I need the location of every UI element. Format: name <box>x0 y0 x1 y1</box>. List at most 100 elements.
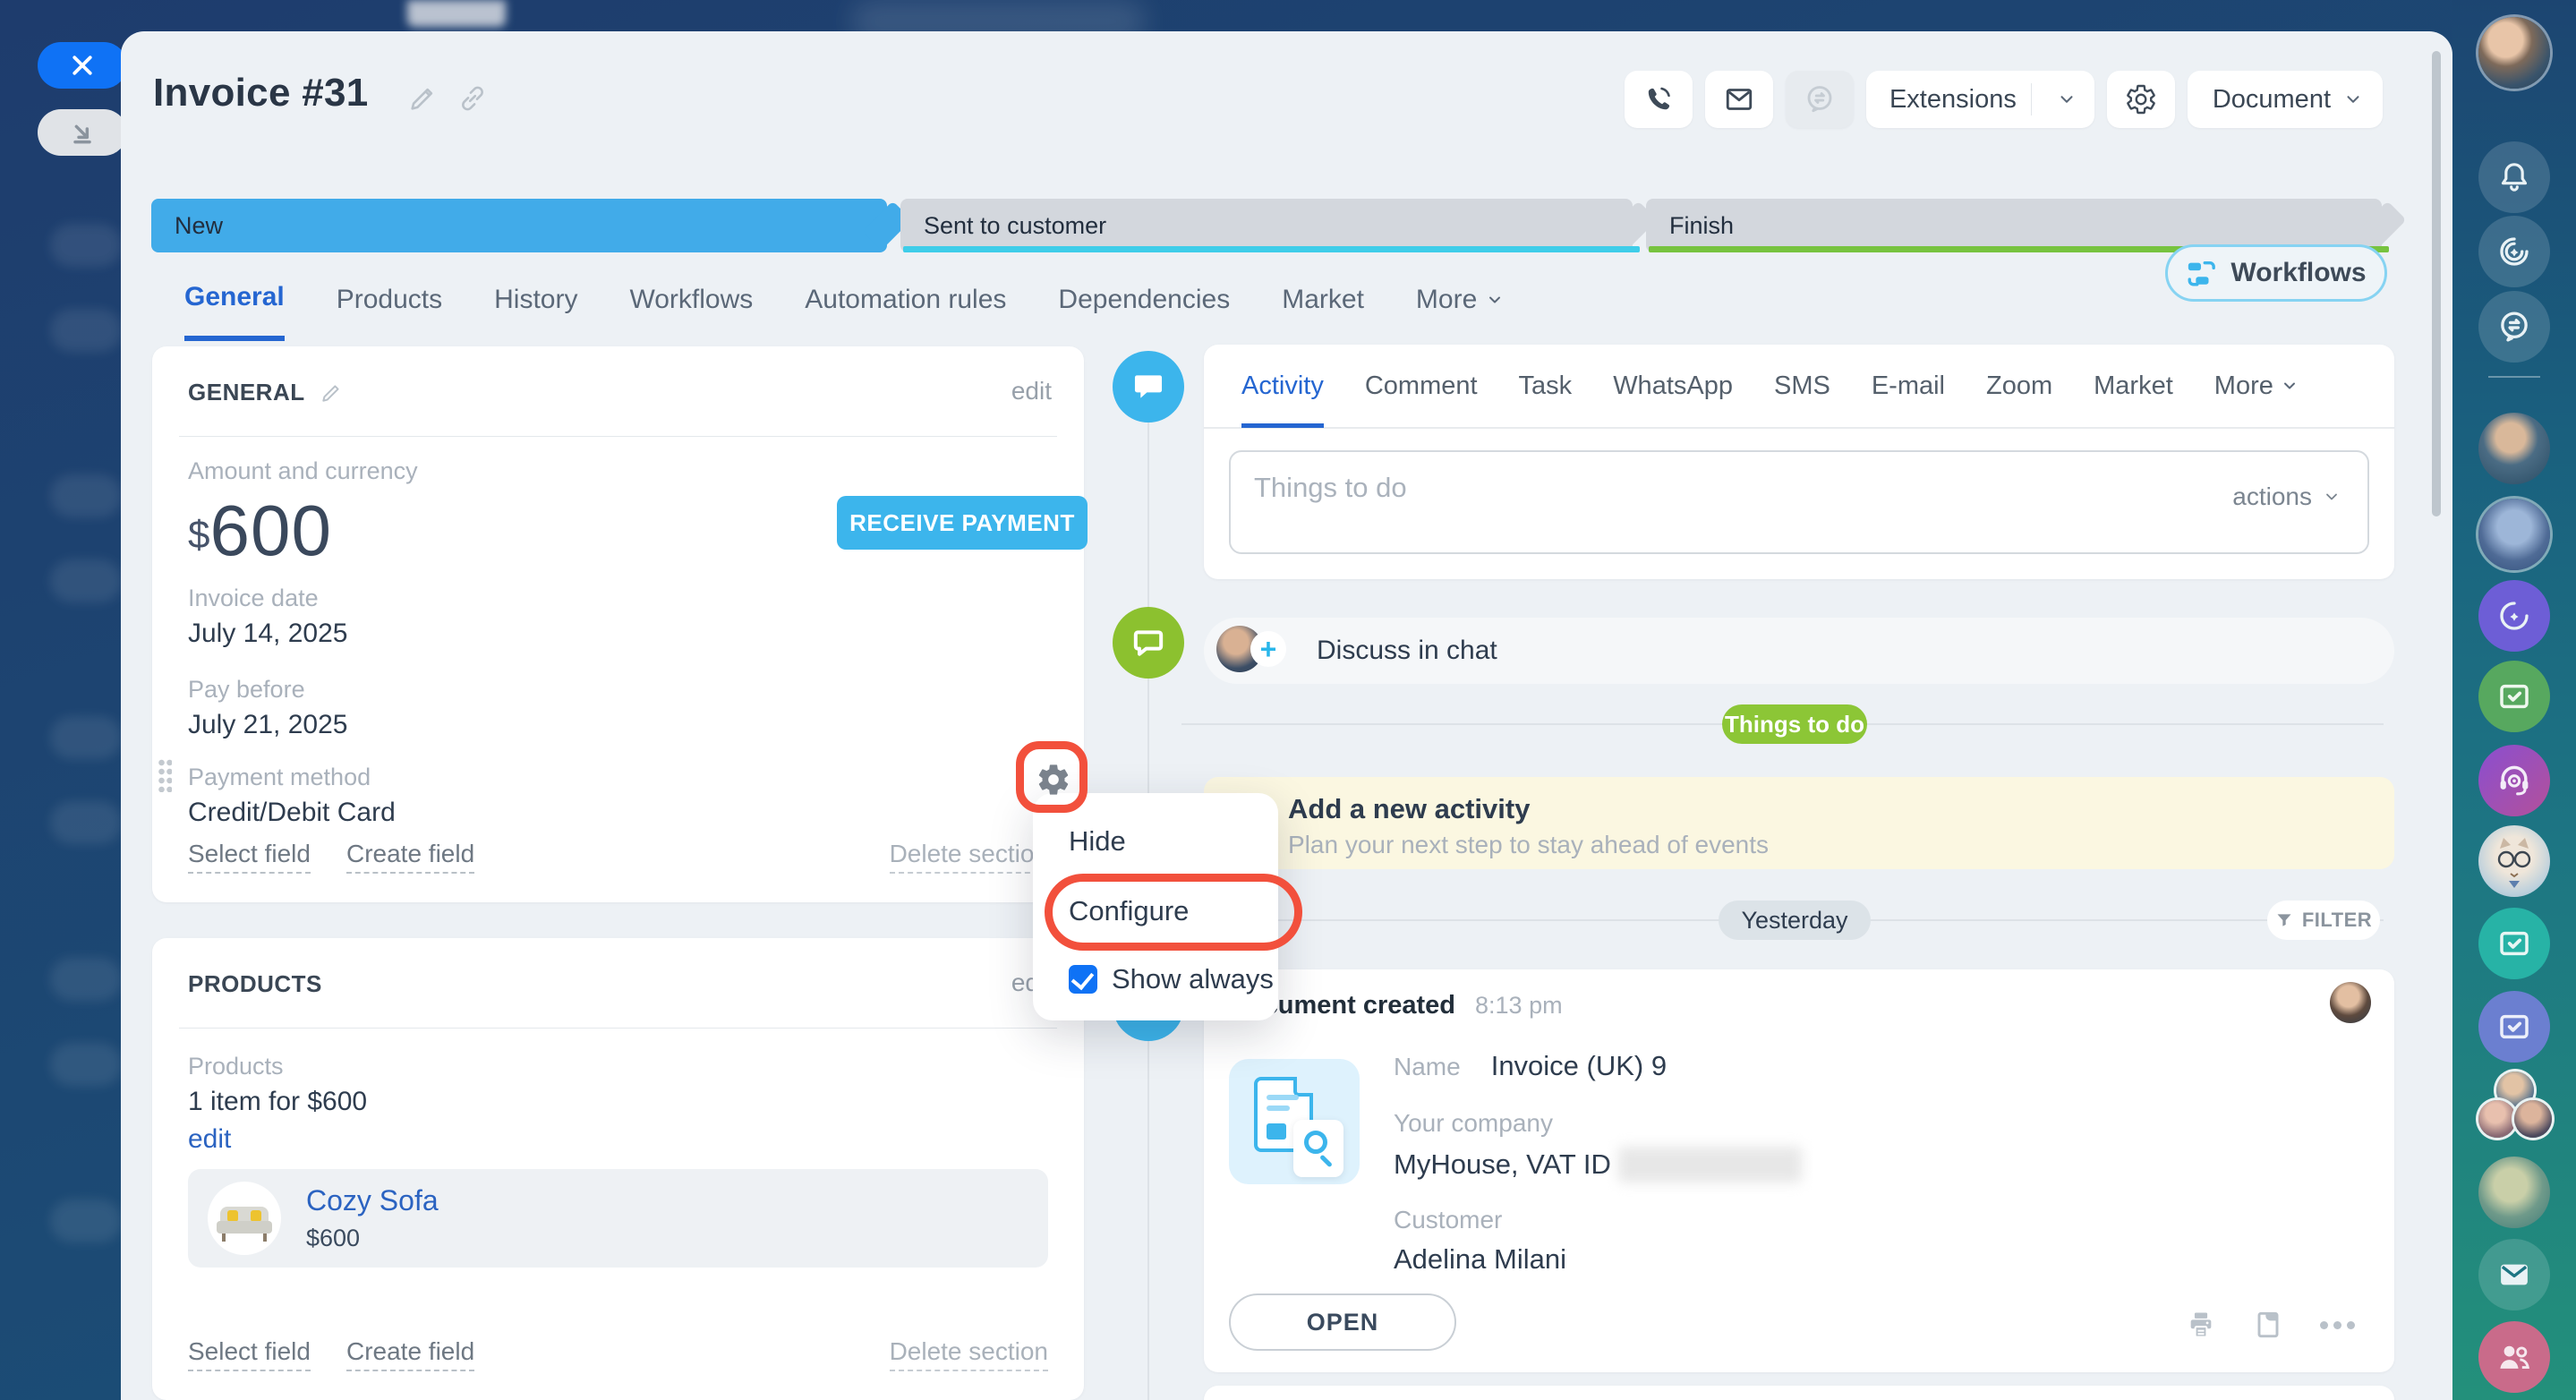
spiral-icon <box>2495 597 2533 635</box>
tab-more[interactable]: More <box>1416 282 1504 341</box>
filter-button[interactable]: FILTER <box>2267 901 2380 940</box>
invoice-date-label: Invoice date <box>188 585 319 612</box>
copy-link-icon[interactable] <box>457 83 488 114</box>
blurred-nav-item <box>50 716 122 759</box>
ai-assistant-button[interactable] <box>2478 745 2550 816</box>
select-field-link[interactable]: Select field <box>188 1337 311 1371</box>
tab-automation-rules[interactable]: Automation rules <box>805 282 1006 341</box>
create-field-link[interactable]: Create field <box>346 1337 474 1371</box>
cat-bot-avatar[interactable] <box>2478 825 2550 897</box>
products-section-card: PRODUCTS edit Products 1 item for $600 e… <box>152 938 1084 1400</box>
current-user-avatar[interactable] <box>2478 17 2550 89</box>
extensions-label: Extensions <box>1889 85 2017 115</box>
tab-products[interactable]: Products <box>337 282 442 341</box>
products-edit-inline-link[interactable]: edit <box>188 1124 231 1155</box>
todo-input[interactable] <box>1254 472 2060 534</box>
open-document-button[interactable]: OPEN <box>1229 1293 1456 1351</box>
tab-label: E-mail <box>1872 371 1945 401</box>
teammate-avatar[interactable] <box>2478 1157 2550 1228</box>
avatar <box>2330 982 2371 1023</box>
receive-payment-button[interactable]: RECEIVE PAYMENT <box>837 496 1088 550</box>
menu-item-show-always[interactable]: Show always <box>1069 963 1278 995</box>
drag-handle[interactable] <box>158 758 172 792</box>
settings-button[interactable] <box>2107 71 2175 128</box>
tab-label: Activity <box>1241 371 1324 401</box>
tab-market[interactable]: Market <box>1282 282 1364 341</box>
print-icon[interactable] <box>2186 1310 2216 1340</box>
name-value: Invoice (UK) 9 <box>1491 1050 1667 1082</box>
note-icon[interactable] <box>2254 1310 2282 1339</box>
chevron-down-icon <box>2343 90 2363 109</box>
button-divider <box>2031 83 2032 115</box>
avatar: + <box>1216 626 1267 676</box>
extensions-dropdown[interactable] <box>2046 90 2087 109</box>
app-inbox-check-teal[interactable] <box>2478 908 2550 979</box>
teammate-avatar[interactable] <box>2478 499 2550 570</box>
pipeline-stage-sent[interactable]: Sent to customer <box>900 199 1633 252</box>
company-label: Your company <box>1394 1109 1802 1138</box>
close-modal-button[interactable] <box>38 42 127 89</box>
general-edit-link[interactable]: edit <box>1011 377 1052 405</box>
blurred-nav-item <box>50 1199 122 1242</box>
tab-comment[interactable]: Comment <box>1365 344 1478 428</box>
tab-label: Market <box>2094 371 2173 401</box>
tab-whatsapp[interactable]: WhatsApp <box>1613 344 1733 428</box>
contacts-rail-button[interactable] <box>2478 1321 2550 1393</box>
call-button[interactable] <box>1625 71 1693 128</box>
pencil-icon[interactable] <box>320 381 343 405</box>
divider <box>179 436 1057 437</box>
more-actions-icon[interactable] <box>2320 1321 2355 1329</box>
product-list-item[interactable]: Cozy Sofa $600 <box>188 1169 1048 1268</box>
brand-spiral-button[interactable] <box>2478 216 2550 287</box>
tab-market[interactable]: Market <box>2094 344 2173 428</box>
team-group-avatars[interactable] <box>2478 1070 2550 1141</box>
scrollbar-thumb[interactable] <box>2432 51 2441 516</box>
select-field-link[interactable]: Select field <box>188 840 311 874</box>
invoice-preview-icon[interactable] <box>1229 1059 1360 1184</box>
mail-rail-button[interactable] <box>2478 1239 2550 1310</box>
rail-divider <box>2488 376 2540 378</box>
blurred-nav-item <box>50 474 122 517</box>
chat-sync-button[interactable] <box>1786 71 1854 128</box>
extensions-button[interactable]: Extensions <box>1866 71 2094 128</box>
app-inbox-check-green[interactable] <box>2478 661 2550 732</box>
tab-workflows[interactable]: Workflows <box>629 282 753 341</box>
pipeline-stage-new[interactable]: New <box>151 199 887 252</box>
tab-email[interactable]: E-mail <box>1872 344 1945 428</box>
teammate-avatar[interactable] <box>2478 413 2550 484</box>
menu-item-hide[interactable]: Hide <box>1069 825 1278 858</box>
app-spiral-purple[interactable] <box>2478 580 2550 652</box>
delete-section-link[interactable]: Delete section <box>890 1337 1048 1371</box>
tab-activity[interactable]: Activity <box>1241 344 1324 428</box>
activity-tabs: Activity Comment Task WhatsApp SMS E-mai… <box>1204 345 2394 429</box>
actions-dropdown[interactable]: actions <box>2232 482 2341 511</box>
amount-number: 600 <box>209 490 331 572</box>
tab-more[interactable]: More <box>2214 344 2299 428</box>
show-always-checkbox[interactable] <box>1069 965 1097 994</box>
delete-section-link[interactable]: Delete section <box>890 840 1048 874</box>
menu-item-configure[interactable]: Configure <box>1069 895 1278 927</box>
rename-pencil-icon[interactable] <box>407 83 438 114</box>
tab-dependencies[interactable]: Dependencies <box>1058 282 1230 341</box>
tab-label: General <box>184 282 285 312</box>
tab-zoom[interactable]: Zoom <box>1986 344 2052 428</box>
document-menu-button[interactable]: Document <box>2188 71 2383 128</box>
email-button[interactable] <box>1705 71 1773 128</box>
pay-before-label: Pay before <box>188 676 305 704</box>
workflows-button[interactable]: Workflows <box>2165 244 2387 302</box>
chat-sync-rail-button[interactable] <box>2478 291 2550 363</box>
collapse-button[interactable] <box>38 109 127 156</box>
tab-label: Automation rules <box>805 285 1006 315</box>
app-inbox-check-indigo[interactable] <box>2478 991 2550 1063</box>
tab-task[interactable]: Task <box>1519 344 1573 428</box>
add-activity-banner[interactable]: Add a new activity Plan your next step t… <box>1204 777 2394 869</box>
tab-general[interactable]: General <box>184 282 285 341</box>
product-name-link[interactable]: Cozy Sofa <box>306 1184 439 1217</box>
blurred-nav-item <box>50 1043 122 1086</box>
tab-label: Workflows <box>629 285 753 315</box>
discuss-in-chat-bar[interactable]: + Discuss in chat <box>1204 618 2394 684</box>
tab-sms[interactable]: SMS <box>1774 344 1830 428</box>
notifications-button[interactable] <box>2478 141 2550 213</box>
tab-history[interactable]: History <box>494 282 577 341</box>
create-field-link[interactable]: Create field <box>346 840 474 874</box>
